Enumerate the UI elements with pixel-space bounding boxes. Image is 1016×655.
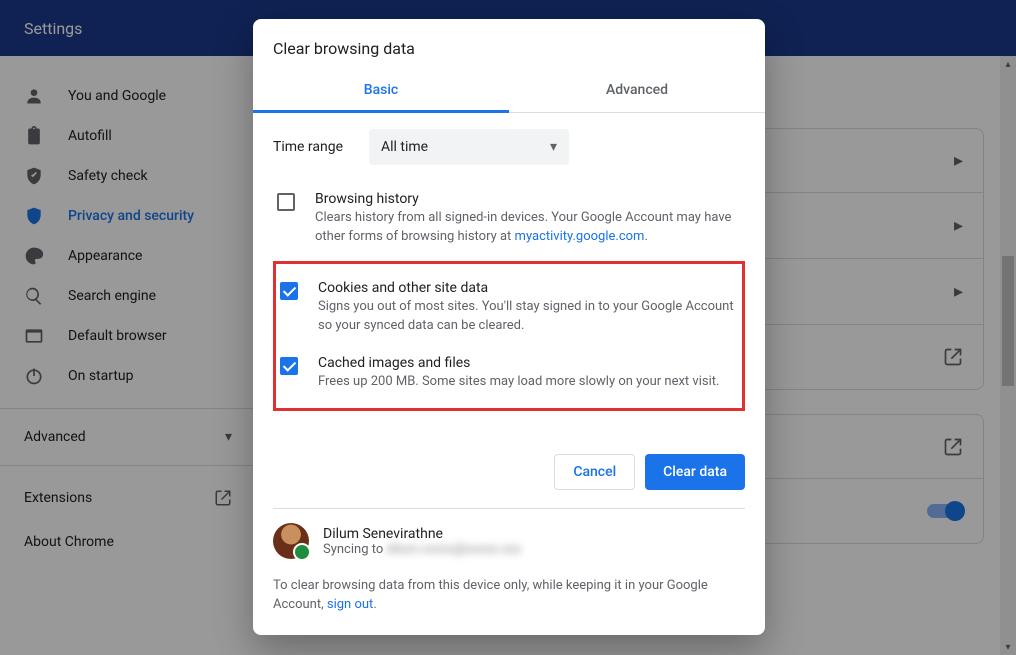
sync-account-row: Dilum Senevirathne Syncing to dilum.xxxx… <box>273 508 745 573</box>
checkbox-cached-images[interactable] <box>280 357 298 375</box>
sign-out-link[interactable]: sign out <box>327 597 373 612</box>
time-range-select[interactable]: All time ▾ <box>369 129 569 165</box>
dialog-actions: Cancel Clear data <box>253 444 765 508</box>
account-name: Dilum Senevirathne <box>323 526 521 542</box>
time-range-value: All time <box>381 139 428 155</box>
avatar <box>273 523 309 559</box>
time-range-label: Time range <box>273 139 353 155</box>
cancel-button[interactable]: Cancel <box>554 454 635 490</box>
option-description: Clears history from all signed-in device… <box>315 209 745 247</box>
option-title: Cached images and files <box>318 355 719 371</box>
highlight-annotation: Cookies and other site data Signs you ou… <box>273 261 745 412</box>
option-browsing-history: Browsing history Clears history from all… <box>277 181 745 257</box>
option-cached-images: Cached images and files Frees up 200 MB.… <box>280 345 738 402</box>
option-cookies: Cookies and other site data Signs you ou… <box>280 270 738 346</box>
clear-browsing-data-dialog: Clear browsing data Basic Advanced Time … <box>253 19 765 635</box>
tab-advanced[interactable]: Advanced <box>509 70 765 112</box>
option-title: Browsing history <box>315 191 745 207</box>
clear-data-button[interactable]: Clear data <box>645 454 745 490</box>
dialog-footer-note: To clear browsing data from this device … <box>253 573 765 635</box>
myactivity-link[interactable]: myactivity.google.com <box>515 229 645 244</box>
option-description: Frees up 200 MB. Some sites may load mor… <box>318 373 719 392</box>
dialog-title: Clear browsing data <box>253 19 765 70</box>
account-sync-status: Syncing to dilum.xxxxx@xxxxx.xxx <box>323 542 521 557</box>
option-title: Cookies and other site data <box>318 280 738 296</box>
tab-basic[interactable]: Basic <box>253 70 509 112</box>
time-range-row: Time range All time ▾ <box>253 113 765 181</box>
checkbox-cookies[interactable] <box>280 282 298 300</box>
option-description: Signs you out of most sites. You'll stay… <box>318 298 738 336</box>
dialog-tabs: Basic Advanced <box>253 70 765 113</box>
chevron-down-icon: ▾ <box>550 139 557 155</box>
clear-data-options: Browsing history Clears history from all… <box>253 181 765 411</box>
checkbox-browsing-history[interactable] <box>277 193 295 211</box>
